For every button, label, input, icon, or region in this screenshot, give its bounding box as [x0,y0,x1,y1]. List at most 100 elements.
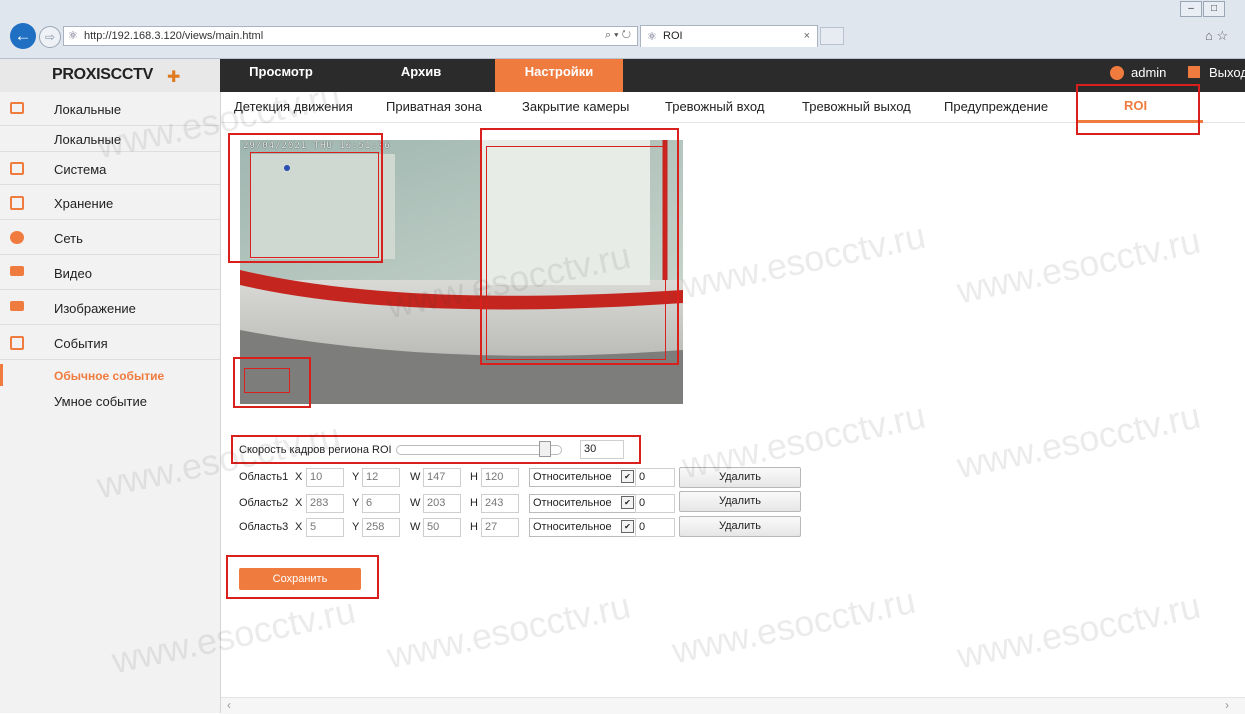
region-2-mode-select[interactable]: Относительное ✔ [529,494,636,513]
watermark: www.esocctv.ru [678,214,929,307]
region-2-delete-button[interactable]: Удалить [679,491,801,512]
region-2-value-input[interactable]: 0 [635,494,675,513]
sidebar-item-label: Система [54,162,107,177]
region-3-value-input[interactable]: 0 [635,518,675,537]
network-icon [10,231,24,244]
tab-camera-tamper[interactable]: Закрытие камеры [522,99,629,114]
image-icon [10,301,24,311]
region-1-value-input[interactable]: 0 [635,468,675,487]
sidebar-sub-smart-event[interactable]: Умное событие [54,394,147,409]
search-refresh-icons[interactable]: ⌕ ▾ ↻ [605,29,631,42]
logo-area: PROXISCCTV ✚ [0,59,220,92]
region-1-y-input[interactable]: 12 [362,468,400,487]
active-indicator [0,364,3,386]
region-2-w-input[interactable]: 203 [423,494,461,513]
tab-warning[interactable]: Предупреждение [944,99,1048,114]
nav-tab-settings[interactable]: Настройки [495,59,623,92]
tab-privacy-zone[interactable]: Приватная зона [386,99,482,114]
sidebar-item-system[interactable]: Система [0,151,220,185]
address-bar[interactable]: ⚛ http://192.168.3.120/views/main.html ⌕… [63,26,638,46]
region-2-h-label: H [470,497,478,509]
storage-icon [10,196,24,210]
sidebar-item-label: Хранение [54,196,114,211]
nav-tab-preview[interactable]: Просмотр [226,59,336,92]
region-3-x-label: X [295,521,303,533]
events-icon [10,336,24,350]
region-2-label: Область2 [239,497,289,509]
brand-logo: PROXISCCTV [52,66,154,83]
region-3-y-input[interactable]: 258 [362,518,400,537]
sidebar-item-image[interactable]: Изображение [0,291,220,325]
region-1-x-label: X [295,471,303,483]
browser-tab[interactable]: ⚛ ROI × [640,25,818,47]
sidebar-sub-normal-event[interactable]: Обычное событие [54,369,164,383]
tab-motion-detection[interactable]: Детекция движения [234,99,353,114]
region-3-x-input[interactable]: 5 [306,518,344,537]
tab-alarm-input[interactable]: Тревожный вход [665,99,764,114]
region-2-x-label: X [295,497,303,509]
scroll-right-icon[interactable]: › [1225,698,1229,712]
region-2-h-input[interactable]: 243 [481,494,519,513]
region-3-w-label: W [410,521,421,533]
new-tab-button[interactable] [820,27,844,45]
home-favorites-icons[interactable]: ⌂ ☆ [1205,28,1228,44]
sidebar-item-label: События [54,336,108,351]
watermark: www.esocctv.ru [383,584,634,677]
region-1-delete-button[interactable]: Удалить [679,467,801,488]
maximize-button[interactable]: □ [1203,1,1225,17]
tab-title: ROI [663,30,683,42]
region-1-h-input[interactable]: 120 [481,468,519,487]
chevron-down-icon: ✔ [621,470,634,483]
back-arrow-icon[interactable]: ← [10,23,36,49]
nav-tab-archive[interactable]: Архив [366,59,476,92]
logout-link[interactable]: Выход [1209,65,1245,80]
sidebar-item-video[interactable]: Видео [0,256,220,290]
watermark: www.esocctv.ru [953,219,1204,312]
region-1-x-input[interactable]: 10 [306,468,344,487]
sidebar: Локальные Локальные Система Хранение Сет… [0,92,221,713]
roi-rate-input[interactable]: 30 [580,440,624,459]
page-icon: ⚛ [68,30,78,42]
region-3-delete-button[interactable]: Удалить [679,516,801,537]
sidebar-item-events[interactable]: События [0,326,220,360]
tab-alarm-output[interactable]: Тревожный выход [802,99,911,114]
scroll-left-icon[interactable]: ‹ [227,698,231,712]
region-2-y-label: Y [352,497,360,509]
monitor-icon [10,102,24,114]
minimize-button[interactable]: – [1180,1,1202,17]
roi-rate-slider[interactable] [396,445,562,455]
user-name[interactable]: admin [1131,65,1166,80]
region-3-w-input[interactable]: 50 [423,518,461,537]
sidebar-sub-local[interactable]: Локальные [54,132,121,147]
horizontal-scrollbar[interactable]: ‹ › [221,697,1245,714]
sidebar-item-storage[interactable]: Хранение [0,186,220,220]
region-3-h-input[interactable]: 27 [481,518,519,537]
sidebar-item-local[interactable]: Локальные [0,92,220,126]
region-1-y-label: Y [352,471,360,483]
address-text[interactable]: http://192.168.3.120/views/main.html [84,30,263,42]
logout-icon[interactable] [1188,66,1200,78]
region-1-mode-select[interactable]: Относительное ✔ [529,468,636,487]
region-3-mode-select[interactable]: Относительное ✔ [529,518,636,537]
forward-arrow-icon[interactable]: ⇨ [39,26,61,48]
system-icon [10,162,24,175]
annotation-box [228,133,383,263]
region-1-w-label: W [410,471,421,483]
sidebar-item-label: Видео [54,266,92,281]
video-icon [10,266,24,276]
region-2-w-label: W [410,497,421,509]
tab-close-icon[interactable]: × [804,30,810,42]
region-2-y-input[interactable]: 6 [362,494,400,513]
roi-rate-slider-handle[interactable] [539,441,551,457]
region-1-w-input[interactable]: 147 [423,468,461,487]
sidebar-item-label: Локальные [54,102,122,117]
save-button[interactable]: Сохранить [239,568,361,590]
sidebar-item-network[interactable]: Сеть [0,221,220,255]
region-3-label: Область3 [239,521,289,533]
region-2-x-input[interactable]: 283 [306,494,344,513]
roi-rate-label: Скорость кадров региона ROI [239,444,392,456]
watermark: www.esocctv.ru [668,579,919,672]
region-3-h-label: H [470,521,478,533]
brand-logo-mark-icon: ✚ [167,69,181,86]
region-1-label: Область1 [239,471,289,483]
